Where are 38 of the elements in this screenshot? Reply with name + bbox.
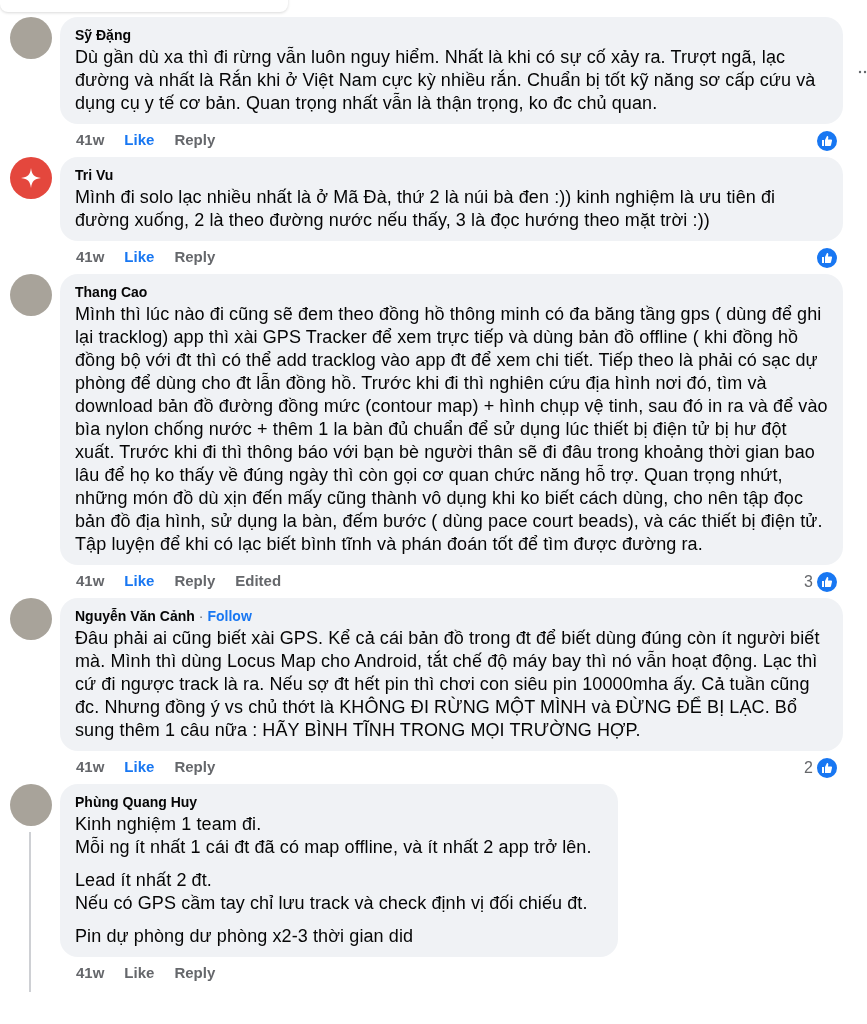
avatar-icon[interactable] <box>10 157 52 199</box>
timestamp: 41w <box>76 129 105 150</box>
like-button[interactable]: Like <box>124 569 155 593</box>
reply-button[interactable]: Reply <box>174 128 216 152</box>
avatar-photo-placeholder[interactable] <box>10 274 52 316</box>
follow-link[interactable]: Follow <box>207 606 252 626</box>
reaction-count: 3 <box>804 572 813 592</box>
reply-button[interactable]: Reply <box>174 961 216 985</box>
comment-text: Kinh nghiệm 1 team đi. Mỗi ng ít nhất 1 cái đt đã có map offline, và ít nhất 2 app trở lên. <box>75 813 593 859</box>
timestamp: 41w <box>76 570 105 591</box>
comment-text: Mình thì lúc nào đi cũng sẽ đem theo đồng hồ thông minh có đa băng tầng gps ( dùng để ghi lại tracklog) app thì xài GPS Tracker để xem trực tiếp và dùng bản đồ offline ( khi đồng hồ đồng bộ với đt thì có thể add tracklog vào app đt để xem chi tiết. Tiếp theo là phải có sạc dự phòng để dùng cho đt lẫn đồng hồ. Trước khi đi thì nghiên cứu địa hình nơi đó, tìm và download bản đồ đường đồng mức (contour map) + hình chụp vệ tinh, sau đó in ra và để vào bìa nylon chống nước + thêm 1 la bàn đủ chuẩn để sử dụng lúc thiết bị điện tử bị hư đột xuất. Trước khi đi thì thông báo với bạn bè người thân sẽ đi đâu trong khoảng thời gian bao lâu để họ ko thấy về đúng ngày thì còn gọi cơ quan chức năng hỗ trợ. Quan trọng nhứt, những món đồ dù xịn đến mấy cũng thành vô dụng khi ko biết cách dùng, cho nên tập đọc bản đồ địa hình, sử dụng la bàn, đếm bước ( dùng pace court beads), và các thiết bị điện tử. Tập luyện để khi có lạc biết bình tĩnh và phán đoán tốt để tìm được đường ra. <box>75 303 828 556</box>
author-name[interactable]: Thang Cao <box>75 282 148 302</box>
reply-button[interactable]: Reply <box>174 755 216 779</box>
timestamp: 41w <box>76 962 105 983</box>
separator-dot: · <box>198 607 204 626</box>
like-button[interactable]: Like <box>124 245 155 269</box>
author-name[interactable]: Sỹ Đặng <box>75 25 131 45</box>
avatar-photo-placeholder[interactable] <box>10 598 52 640</box>
avatar-photo-placeholder[interactable] <box>10 784 52 826</box>
reply-button[interactable]: Reply <box>174 245 216 269</box>
comment-text: Mình đi solo lạc nhiều nhất là ở Mã Đà, thứ 2 là núi bà đen :)) kinh nghiệm là ưu tiên đi đường xuống, 2 là theo đường nước nếu thấy, 3 là đọc hướng theo mặt trời :)) <box>75 186 777 232</box>
reply-button[interactable]: Reply <box>174 569 216 593</box>
comment-text: Pin dự phòng dư phòng x2-3 thời gian did <box>75 925 415 948</box>
comment-text: Lead ít nhất 2 đt. Nếu có GPS cầm tay chỉ lưu track và check định vị đối chiếu đt. <box>75 869 589 915</box>
author-name[interactable]: Tri Vu <box>75 165 114 185</box>
edited-label: Edited <box>235 570 282 591</box>
avatar-photo-placeholder[interactable] <box>10 17 52 59</box>
comment-text: Dù gần dù xa thì đi rừng vẫn luôn nguy hiểm. Nhất là khi có sự cố xảy ra. Trượt ngã, lạc đường và nhất là Rắn khi ở Việt Nam cực kỳ nhiều rắn. Chuẩn bị tốt kỹ năng sơ cấp cứu và dụng cụ y tế cơ bản. Quan trọng nhất vẫn là thận trọng, ko đc chủ quan. <box>75 46 817 115</box>
timestamp: 41w <box>76 756 105 777</box>
author-name[interactable]: Phùng Quang Huy <box>75 792 198 812</box>
like-button[interactable]: Like <box>124 128 155 152</box>
like-button[interactable]: Like <box>124 961 155 985</box>
like-button[interactable]: Like <box>124 755 155 779</box>
reaction-count: 2 <box>804 758 813 778</box>
more-icon[interactable] <box>858 70 867 74</box>
comment-text: Đâu phải ai cũng biết xài GPS. Kể cả cái bản đồ trong đt để biết dùng đúng còn ít người biết mà. Mình thì dùng Locus Map cho Android, tắt chế độ máy bay thì nó vẫn hoạt động. Lạc thì cứ đi ngược track là ra. Nếu sợ đt hết pin thì chơi con siêu pin 10000mha ấy. Cả tuần cũng đc. Nhưng đồng ý vs chủ thớt là KHÔNG ĐI RỪNG MỘT MÌNH và ĐỪNG ĐỂ BỊ LẠC. Bổ sung thêm 1 câu nữa : HÃY BÌNH TĨNH TRONG MỌI TRƯỜNG HỢP. <box>75 627 821 742</box>
author-name[interactable]: Nguyễn Văn Cảnh <box>75 606 195 626</box>
timestamp: 41w <box>76 246 105 267</box>
